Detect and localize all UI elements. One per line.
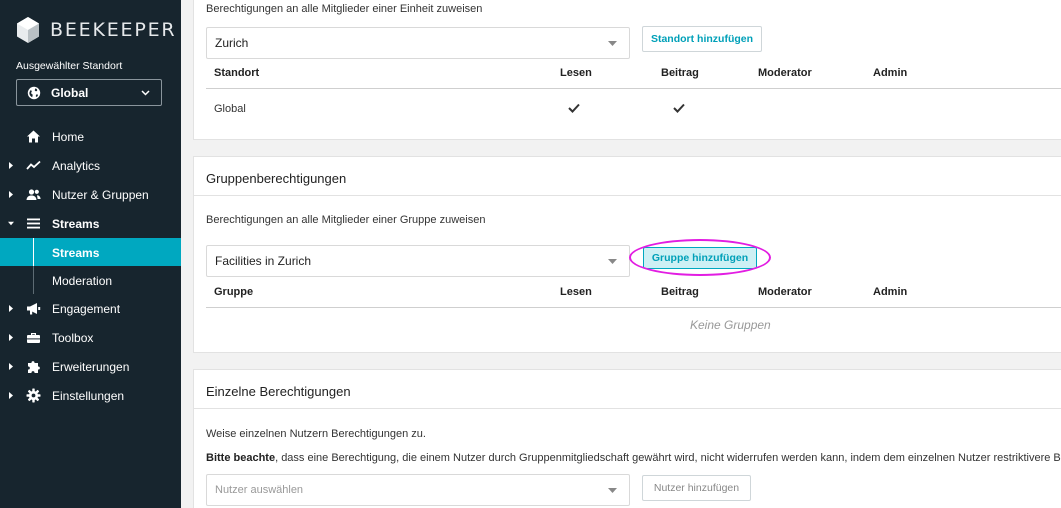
note-bold: Bitte beachte	[206, 452, 276, 464]
location-select-value: Global	[51, 85, 89, 100]
user-select-placeholder: Nutzer auswählen	[215, 484, 304, 496]
sub-nav-rail	[33, 238, 34, 266]
column-header-read: Lesen	[560, 286, 592, 298]
nav-item-engagement[interactable]: Engagement	[0, 294, 181, 323]
nav-item-toolbox[interactable]: Toolbox	[0, 323, 181, 352]
nav-item-analytics[interactable]: Analytics	[0, 151, 181, 180]
location-description: Berechtigungen an alle Mitglieder einer …	[206, 3, 483, 15]
chevron-down-icon	[141, 90, 150, 96]
add-group-button[interactable]: Gruppe hinzufügen	[643, 247, 757, 269]
streams-icon	[27, 218, 40, 229]
nav-label: Erweiterungen	[52, 360, 130, 374]
main-nav: Home Analytics Nutzer & Gruppen Streams …	[0, 122, 181, 410]
add-user-button[interactable]: Nutzer hinzufügen	[642, 475, 751, 501]
nav-item-streams[interactable]: Streams	[0, 209, 181, 238]
nav-item-extensions[interactable]: Erweiterungen	[0, 352, 181, 381]
column-header-location: Standort	[214, 67, 260, 79]
group-section-title: Gruppenberechtigungen	[206, 171, 347, 186]
caret-down-icon	[8, 221, 14, 226]
individual-section-title: Einzelne Berechtigungen	[206, 384, 351, 399]
location-permissions-panel: Berechtigungen an alle Mitglieder einer …	[193, 0, 1061, 140]
caret-right-icon	[9, 162, 13, 169]
column-header-read: Lesen	[560, 67, 592, 79]
table-header-divider	[206, 307, 1061, 308]
nav-label: Home	[52, 130, 85, 144]
puzzle-icon	[28, 361, 40, 373]
location-select[interactable]: Zurich	[206, 27, 630, 59]
dropdown-arrow-icon	[608, 488, 617, 493]
table-header-divider	[206, 88, 1061, 89]
sidebar: BEEKEEPER Ausgewählter Standort Global H…	[0, 0, 181, 508]
sub-nav-item-streams[interactable]: Streams	[0, 238, 181, 266]
checkmark-icon[interactable]	[568, 103, 580, 113]
toolbox-icon	[27, 333, 40, 343]
caret-right-icon	[9, 363, 13, 370]
location-select[interactable]: Global	[16, 79, 162, 106]
add-location-button[interactable]: Standort hinzufügen	[642, 26, 762, 52]
column-header-post: Beitrag	[661, 286, 699, 298]
column-header-moderator: Moderator	[758, 67, 812, 79]
nav-label: Engagement	[52, 302, 121, 316]
nav-label: Analytics	[52, 159, 101, 173]
location-select-value: Zurich	[215, 36, 249, 50]
checkmark-icon[interactable]	[673, 103, 685, 113]
row-location-name: Global	[214, 103, 246, 115]
group-select-value: Facilities in Zurich	[215, 254, 312, 268]
column-header-group: Gruppe	[214, 286, 254, 298]
dropdown-arrow-icon	[608, 41, 617, 46]
nav-label: Streams	[52, 217, 100, 231]
users-icon	[26, 189, 41, 200]
group-description: Berechtigungen an alle Mitglieder einer …	[206, 214, 486, 226]
column-header-post: Beitrag	[661, 67, 699, 79]
note-text: , dass eine Berechtigung, die einem Nutz…	[275, 452, 1061, 464]
globe-icon	[27, 86, 41, 99]
individual-permissions-panel: Einzelne Berechtigungen Weise einzelnen …	[193, 369, 1061, 508]
user-select[interactable]: Nutzer auswählen	[206, 474, 630, 506]
individual-note: Bitte beachte, dass eine Berechtigung, d…	[206, 452, 1061, 464]
caret-right-icon	[9, 392, 13, 399]
nav-item-settings[interactable]: Einstellungen	[0, 381, 181, 410]
caret-right-icon	[9, 191, 13, 198]
gear-icon	[26, 388, 41, 403]
section-divider	[194, 408, 1061, 409]
sub-nav-label: Streams	[52, 246, 100, 260]
caret-right-icon	[9, 334, 13, 341]
nav-item-users-groups[interactable]: Nutzer & Gruppen	[0, 180, 181, 209]
group-permissions-panel: Gruppenberechtigungen Berechtigungen an …	[193, 156, 1061, 353]
brand-name: BEEKEEPER	[50, 19, 177, 41]
sub-nav-rail	[33, 266, 34, 294]
beekeeper-logo-icon	[17, 17, 39, 43]
caret-right-icon	[9, 305, 13, 312]
nav-label: Nutzer & Gruppen	[52, 188, 149, 202]
dropdown-arrow-icon	[608, 259, 617, 264]
location-label: Ausgewählter Standort	[16, 60, 123, 72]
analytics-icon	[26, 160, 41, 170]
individual-description: Weise einzelnen Nutzern Berechtigungen z…	[206, 428, 426, 440]
nav-label: Toolbox	[52, 331, 94, 345]
nav-item-home[interactable]: Home	[0, 122, 181, 151]
column-header-admin: Admin	[873, 286, 908, 298]
empty-groups-text: Keine Gruppen	[690, 318, 771, 332]
column-header-moderator: Moderator	[758, 286, 812, 298]
nav-label: Einstellungen	[52, 389, 125, 403]
column-header-admin: Admin	[873, 67, 908, 79]
section-divider	[194, 195, 1061, 196]
megaphone-icon	[27, 303, 41, 315]
home-icon	[27, 130, 40, 143]
group-select[interactable]: Facilities in Zurich	[206, 245, 630, 277]
sub-nav-item-moderation[interactable]: Moderation	[0, 266, 181, 294]
main-content: Berechtigungen an alle Mitglieder einer …	[181, 0, 1061, 508]
brand-logo[interactable]: BEEKEEPER	[16, 16, 176, 44]
sub-nav-label: Moderation	[52, 274, 113, 288]
